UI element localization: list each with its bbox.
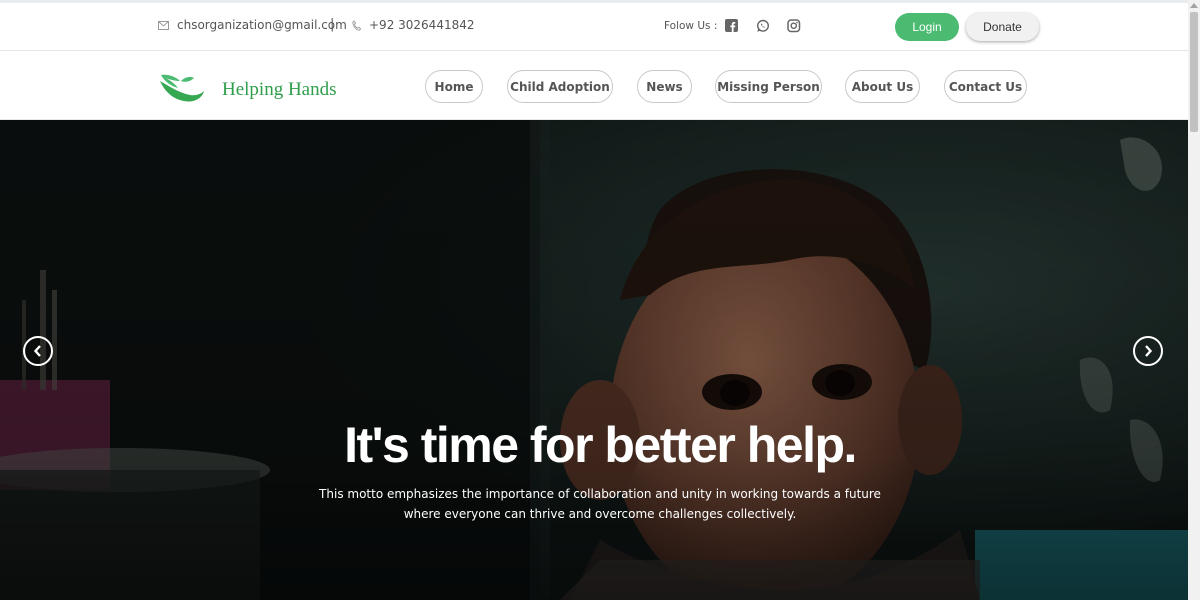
carousel-prev-button[interactable] [23, 336, 53, 366]
nav-item-contact-us[interactable]: Contact Us [944, 70, 1027, 103]
instagram-icon[interactable] [787, 19, 801, 33]
hero-headline: It's time for better help. [344, 417, 857, 473]
hero-carousel: It's time for better help. This motto em… [0, 120, 1188, 600]
phone-contact[interactable]: +92 3026441842 [352, 18, 475, 32]
email-text: chsorganization@gmail.com [177, 18, 347, 32]
carousel-next-button[interactable] [1133, 336, 1163, 366]
email-contact[interactable]: chsorganization@gmail.com [158, 18, 347, 32]
nav-item-about-us[interactable]: About Us [845, 70, 920, 103]
nav-item-news[interactable]: News [637, 70, 692, 103]
donate-button[interactable]: Donate [966, 13, 1039, 41]
follow-us-label: Folow Us : [664, 20, 718, 32]
nav-item-child-adoption[interactable]: Child Adoption [507, 70, 613, 103]
main-navbar: Helping Hands Home Child Adoption News M… [0, 52, 1188, 120]
helping-hands-logo-icon[interactable] [159, 72, 205, 104]
hero-subtext: This motto emphasizes the importance of … [319, 487, 881, 521]
brand-name[interactable]: Helping Hands [222, 79, 337, 101]
contact-separator: | [330, 17, 335, 32]
nav-item-home[interactable]: Home [425, 70, 483, 103]
scroll-up-arrow-icon[interactable] [1190, 3, 1198, 8]
nav-item-missing-person[interactable]: Missing Person [715, 70, 822, 103]
hero-background-photo [0, 120, 1188, 600]
phone-text: +92 3026441842 [369, 18, 475, 32]
whatsapp-icon[interactable] [756, 19, 770, 33]
phone-icon [352, 19, 361, 31]
scrollbar-thumb[interactable] [1190, 12, 1198, 132]
chevron-left-icon [33, 345, 41, 357]
page-scrollbar[interactable] [1188, 0, 1200, 600]
envelope-icon [158, 20, 169, 30]
facebook-icon[interactable] [725, 19, 739, 33]
top-contact-bar: chsorganization@gmail.com | +92 30264418… [0, 3, 1188, 51]
login-button[interactable]: Login [895, 13, 959, 41]
chevron-right-icon [1145, 345, 1153, 357]
